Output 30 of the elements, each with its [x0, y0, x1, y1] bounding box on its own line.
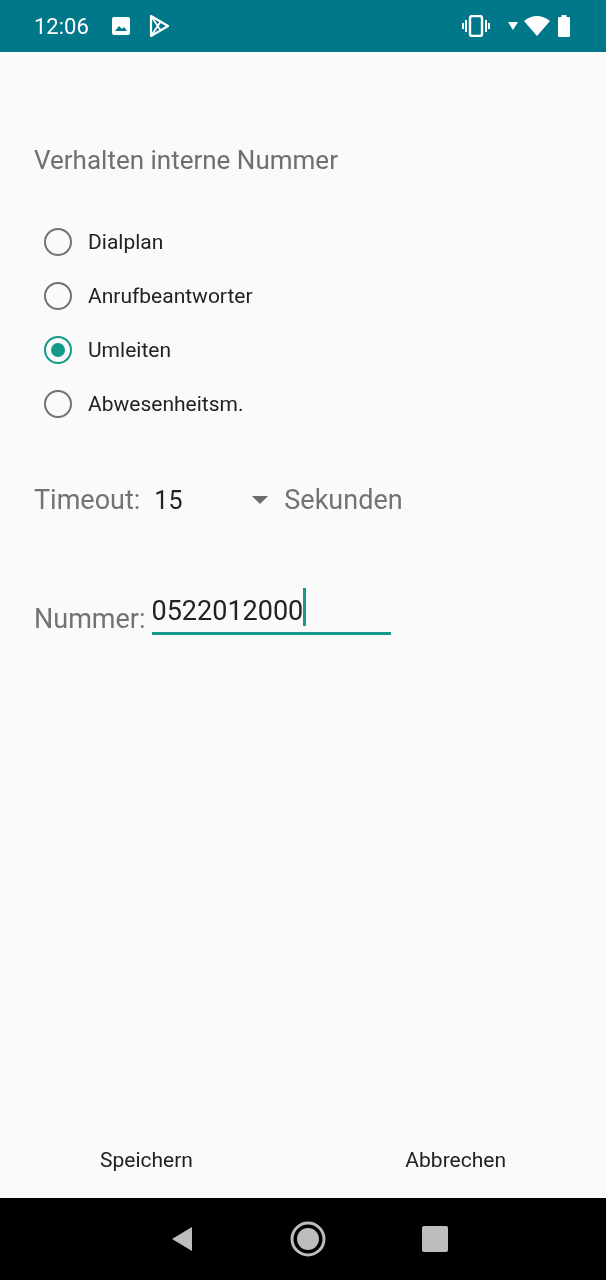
vibrate-icon — [462, 15, 490, 37]
option-label: Anrufbeantworter — [88, 284, 253, 308]
radio-option[interactable]: Anrufbeantworter — [34, 269, 253, 323]
radio-option[interactable]: Umleiten — [34, 323, 171, 377]
battery-icon — [558, 15, 570, 37]
image-icon — [110, 16, 131, 36]
timeout-dropdown[interactable]: 15 — [154, 478, 277, 522]
radio-button[interactable] — [44, 390, 72, 418]
home-icon[interactable] — [290, 1221, 326, 1257]
timeout-label: Timeout: — [34, 484, 141, 516]
option-label: Abwesenheitsm. — [88, 392, 244, 416]
radio-option[interactable]: Abwesenheitsm. — [34, 377, 244, 431]
radio-button[interactable] — [44, 228, 72, 256]
dialog-title: Verhalten interne Nummer — [34, 144, 339, 177]
number-field[interactable]: 0522012000 — [151, 591, 391, 635]
save-button[interactable]: Speichern — [95, 1138, 198, 1182]
back-icon[interactable] — [170, 1226, 194, 1252]
number-label: Nummer: — [34, 603, 146, 635]
radio-option[interactable]: Dialplan — [34, 215, 164, 269]
wifi-icon — [524, 16, 550, 36]
clock: 12:06 — [34, 13, 89, 39]
dropdown-arrow-icon — [508, 22, 518, 30]
cancel-button[interactable]: Abbrechen — [400, 1138, 511, 1182]
play-store-icon — [148, 15, 169, 37]
radio-button[interactable] — [44, 336, 72, 364]
radio-button[interactable] — [44, 282, 72, 310]
option-label: Umleiten — [88, 338, 171, 362]
option-label: Dialplan — [88, 230, 164, 254]
unit-label: Sekunden — [284, 484, 403, 516]
caret-icon — [252, 496, 269, 504]
